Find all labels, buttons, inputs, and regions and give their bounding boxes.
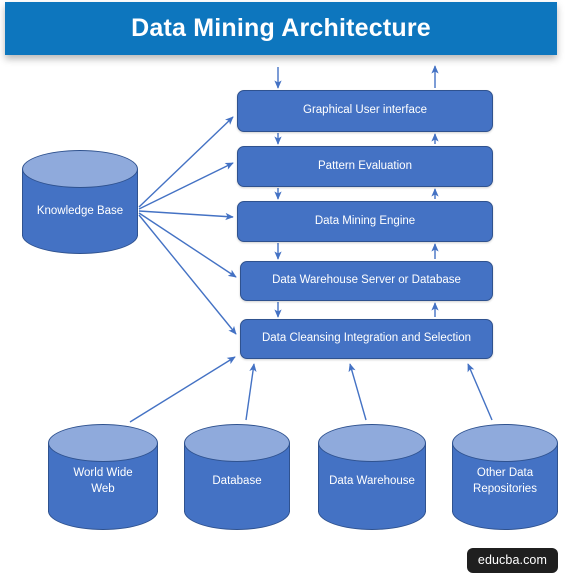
arrow-dw-to-dcis <box>348 363 367 421</box>
cylinder-top <box>22 150 138 188</box>
arrow-www-to-dcis <box>129 356 236 423</box>
cylinder-label: Data Warehouse <box>329 475 415 487</box>
arrow-db-to-dcis <box>245 363 257 421</box>
process-box-label: Pattern Evaluation <box>318 159 412 172</box>
diagram-canvas: Data Mining Architecture Graphical User … <box>0 0 566 582</box>
cylinder-world-wide-web[interactable]: World Wide Web <box>48 424 158 532</box>
arrow-kb-to-gui <box>138 116 234 208</box>
process-box-data-cleansing-integration-and-selection[interactable]: Data Cleansing Integration and Selection <box>240 319 493 359</box>
process-box-data-warehouse-server-or-database[interactable]: Data Warehouse Server or Database <box>240 261 493 301</box>
process-box-graphical-user-interface[interactable]: Graphical User interface <box>237 90 493 132</box>
cylinder-label: Knowledge Base <box>36 205 124 217</box>
arrow-kb-to-pe <box>138 162 234 210</box>
cylinder-other-data-repositories[interactable]: Other Data Repositories <box>452 424 558 532</box>
cylinder-label: Other Data Repositories <box>473 467 537 495</box>
process-box-pattern-evaluation[interactable]: Pattern Evaluation <box>237 146 493 187</box>
cylinder-top <box>48 424 158 462</box>
arrow-kb-to-dcis <box>138 214 237 335</box>
cylinder-top <box>318 424 426 462</box>
cylinder-knowledge-base[interactable]: Knowledge Base <box>22 150 138 256</box>
process-box-data-mining-engine[interactable]: Data Mining Engine <box>237 201 493 242</box>
process-box-label: Graphical User interface <box>303 104 427 117</box>
arrow-kb-to-dwsd <box>138 212 237 278</box>
cylinder-label: Database <box>212 475 262 487</box>
arrow-odr-to-dcis <box>467 363 493 421</box>
process-box-label: Data Cleansing Integration and Selection <box>261 332 472 345</box>
watermark-badge: educba.com <box>466 548 558 573</box>
arrow-kb-to-dme <box>138 210 234 221</box>
cylinder-database[interactable]: Database <box>184 424 290 532</box>
process-box-label: Data Warehouse Server or Database <box>272 274 461 287</box>
process-box-label: Data Mining Engine <box>314 214 416 227</box>
cylinder-top <box>452 424 558 462</box>
cylinder-top <box>184 424 290 462</box>
cylinder-label: World Wide Web <box>73 467 133 495</box>
cylinder-data-warehouse[interactable]: Data Warehouse <box>318 424 426 532</box>
